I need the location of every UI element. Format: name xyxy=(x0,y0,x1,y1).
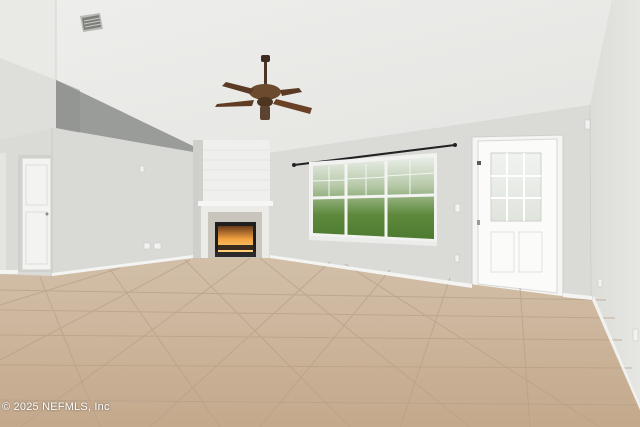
copyright-watermark: © 2025 NEFMLS, Inc xyxy=(2,401,110,413)
ceiling-vent xyxy=(80,13,103,32)
outlet-right xyxy=(597,278,603,288)
fireplace xyxy=(193,140,273,258)
exterior-door xyxy=(471,134,564,298)
thermostat xyxy=(139,165,145,173)
window xyxy=(309,153,437,246)
light-switch xyxy=(454,203,461,213)
empty-living-room-photo xyxy=(0,0,640,427)
wall-fixture xyxy=(584,119,591,130)
outlet-left xyxy=(143,242,151,250)
outlet-right-low xyxy=(632,328,639,342)
outlet xyxy=(454,254,460,263)
outlet-left-2 xyxy=(153,242,162,250)
